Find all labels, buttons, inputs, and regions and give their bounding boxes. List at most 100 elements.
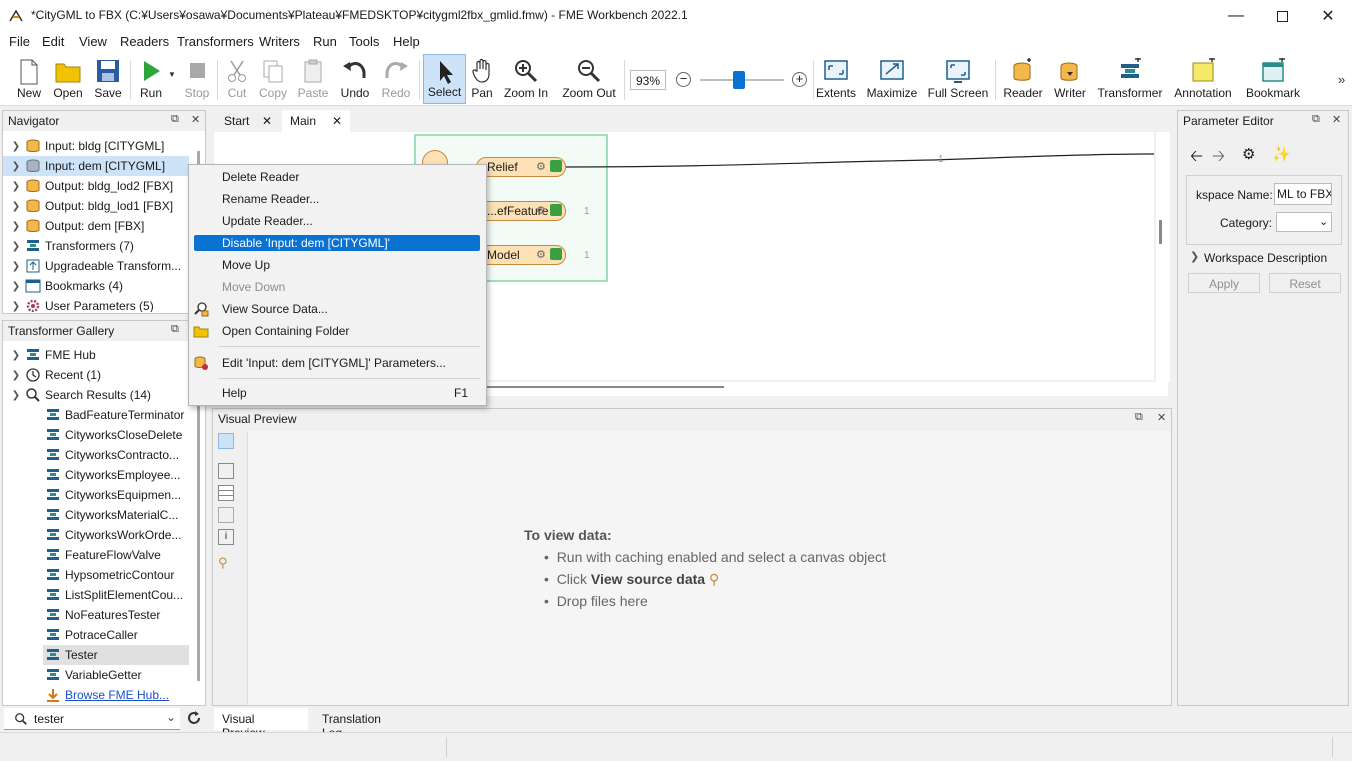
menu-move-up[interactable]: Move Up [194, 255, 480, 275]
add-bookmark-button[interactable]: Bookmark [1242, 54, 1304, 104]
chevron-right-icon[interactable]: ❯ [9, 201, 23, 212]
select-tool-button[interactable]: Select [423, 54, 466, 104]
float-panel-icon[interactable]: ⧉ [1135, 411, 1143, 424]
reset-button[interactable]: Reset [1269, 273, 1341, 293]
preview-info-icon[interactable]: i [218, 529, 234, 545]
gallery-result-item[interactable]: BadFeatureTerminator [43, 405, 189, 425]
gallery-result-item[interactable]: HypsometricContour [43, 565, 189, 585]
inspect-port-icon[interactable] [550, 160, 562, 172]
menu-open-containing-folder[interactable]: Open Containing Folder [194, 321, 480, 341]
stop-button[interactable]: Stop [181, 54, 213, 104]
cut-button[interactable]: Cut [221, 54, 253, 104]
menu-readers[interactable]: Readers [120, 34, 169, 49]
menu-move-down[interactable]: Move Down [194, 277, 480, 297]
add-transformer-button[interactable]: Transformer [1096, 54, 1164, 104]
menu-run[interactable]: Run [313, 34, 337, 49]
chevron-right-icon[interactable]: ❯ [9, 370, 23, 381]
zoom-slider-thumb[interactable] [733, 71, 746, 89]
nav-transformers[interactable]: ❯ Transformers (7) [3, 236, 193, 256]
nav-upgradeable-transformers[interactable]: ❯ Upgradeable Transform... [3, 256, 193, 276]
chevron-down-icon[interactable]: ⌄ [166, 710, 176, 724]
workspace-name-input[interactable]: ML to FBX [1274, 183, 1332, 205]
menu-file[interactable]: File [9, 34, 30, 49]
float-panel-icon[interactable]: ⧉ [171, 323, 179, 336]
chevron-right-icon[interactable]: ❯ [1190, 250, 1199, 263]
redo-button[interactable]: Redo [378, 54, 414, 104]
menu-transformers[interactable]: Transformers [177, 34, 254, 49]
gallery-result-item[interactable]: CityworksMaterialC... [43, 505, 189, 525]
add-annotation-button[interactable]: Annotation [1170, 54, 1236, 104]
scroll-thumb[interactable] [1159, 220, 1162, 244]
gallery-result-item[interactable]: Tester [43, 645, 189, 665]
zoom-level-field[interactable]: 93% [630, 70, 666, 90]
settings-gear-icon[interactable]: ⚙ [1242, 145, 1255, 163]
add-writer-button[interactable]: Writer [1050, 54, 1090, 104]
nav-user-parameters[interactable]: ❯ User Parameters (5) [3, 296, 193, 312]
gallery-result-item[interactable]: PotraceCaller [43, 625, 189, 645]
gallery-result-item[interactable]: CityworksEmployee... [43, 465, 189, 485]
menu-view-source-data[interactable]: View Source Data... [194, 299, 480, 319]
paste-button[interactable]: Paste [295, 54, 331, 104]
forward-arrow-icon[interactable]: 🡢 [1212, 145, 1225, 172]
preview-graphics-icon[interactable] [218, 507, 234, 523]
nav-writer-bldg-lod1[interactable]: ❯ Output: bldg_lod1 [FBX] [3, 196, 193, 216]
gallery-recent[interactable]: ❯ Recent (1) [3, 365, 193, 385]
chevron-down-icon[interactable]: ❯ [9, 390, 23, 401]
menu-rename-reader[interactable]: Rename Reader... [194, 189, 480, 209]
gallery-search-input[interactable]: tester [34, 712, 64, 726]
gallery-result-item[interactable]: CityworksContracto... [43, 445, 189, 465]
nav-writer-bldg-lod2[interactable]: ❯ Output: bldg_lod2 [FBX] [3, 176, 193, 196]
run-button[interactable]: Run [134, 54, 168, 104]
preview-table-icon[interactable] [218, 485, 234, 501]
pan-tool-button[interactable]: Pan [468, 54, 496, 104]
add-reader-button[interactable]: Reader [1001, 54, 1045, 104]
save-button[interactable]: Save [91, 54, 125, 104]
inspect-port-icon[interactable] [550, 248, 562, 260]
maximize-window-button[interactable] [1259, 0, 1305, 32]
tab-main[interactable]: Main ✕ [282, 110, 350, 132]
chevron-right-icon[interactable]: ❯ [9, 261, 23, 272]
gallery-search-box[interactable]: tester ⌄ [4, 708, 180, 730]
copy-button[interactable]: Copy [256, 54, 290, 104]
chevron-right-icon[interactable]: ❯ [9, 301, 23, 312]
gallery-result-item[interactable]: FeatureFlowValve [43, 545, 189, 565]
menu-delete-reader[interactable]: Delete Reader [194, 167, 480, 187]
new-button[interactable]: New [12, 54, 46, 104]
menu-help-item[interactable]: Help F1 [194, 383, 480, 403]
close-window-button[interactable]: ✕ [1305, 0, 1351, 32]
chevron-right-icon[interactable]: ❯ [9, 141, 23, 152]
workspace-description-toggle[interactable]: Workspace Description [1204, 251, 1327, 265]
gallery-result-item[interactable]: CityworksCloseDelete [43, 425, 189, 445]
toolbar-overflow-icon[interactable]: » [1338, 72, 1345, 87]
zoom-out-button[interactable]: Zoom Out [560, 54, 618, 104]
close-panel-icon[interactable]: ✕ [1332, 113, 1341, 126]
menu-writers[interactable]: Writers [259, 34, 300, 49]
port-gear-icon[interactable]: ⚙ [536, 160, 546, 173]
float-panel-icon[interactable]: ⧉ [171, 113, 179, 126]
back-arrow-icon[interactable]: 🡠 [1190, 145, 1203, 172]
chevron-right-icon[interactable]: ❯ [9, 241, 23, 252]
chevron-right-icon[interactable]: ❯ [9, 350, 23, 361]
menu-help[interactable]: Help [393, 34, 420, 49]
undo-button[interactable]: Undo [337, 54, 373, 104]
refresh-icon[interactable] [186, 710, 202, 726]
menu-tools[interactable]: Tools [349, 34, 379, 49]
close-tab-icon[interactable]: ✕ [332, 114, 342, 128]
category-select[interactable]: ⌄ [1276, 212, 1332, 232]
menu-disable-reader[interactable]: Disable 'Input: dem [CITYGML]' [194, 235, 480, 251]
view-source-icon[interactable]: ⚲ [218, 556, 234, 572]
canvas-vertical-scrollbar[interactable] [1156, 132, 1170, 382]
extents-button[interactable]: Extents [815, 54, 857, 104]
tab-start[interactable]: Start ✕ [216, 110, 280, 132]
chevron-right-icon[interactable]: ❯ [9, 181, 23, 192]
close-panel-icon[interactable]: ✕ [1157, 411, 1166, 424]
zoom-minus-icon[interactable]: − [676, 72, 691, 87]
browse-fme-hub-link[interactable]: Browse FME Hub... [43, 685, 193, 705]
preview-inspect-icon[interactable] [218, 433, 234, 449]
close-panel-icon[interactable]: ✕ [191, 113, 200, 126]
maximize-button[interactable]: Maximize [865, 54, 919, 104]
gallery-search-results[interactable]: ❯ Search Results (14) [3, 385, 193, 405]
float-panel-icon[interactable]: ⧉ [1312, 113, 1320, 126]
minimize-button[interactable]: — [1213, 0, 1259, 32]
port-gear-icon[interactable]: ⚙ [536, 248, 546, 261]
